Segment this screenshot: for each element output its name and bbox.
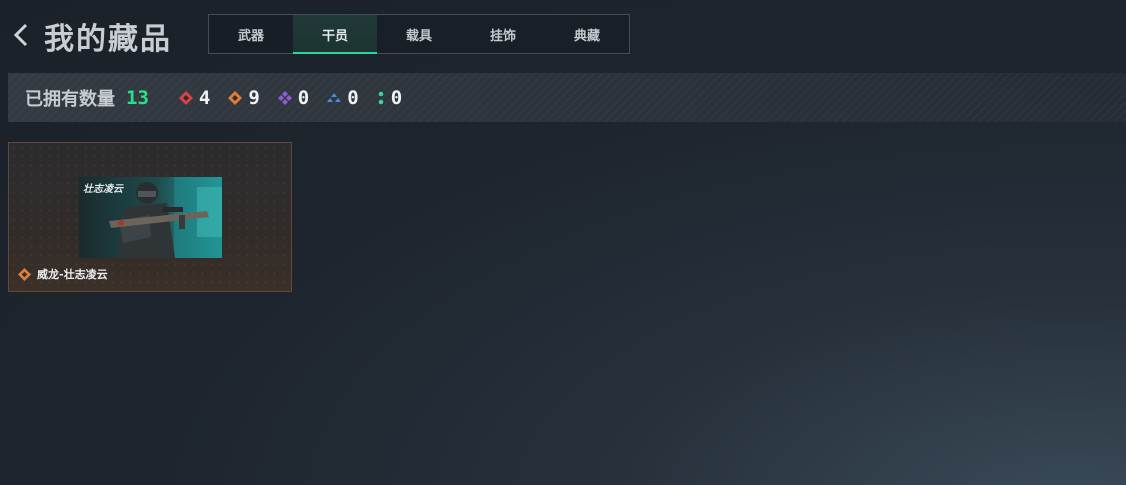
rarity-red-stat: 4 <box>178 86 211 109</box>
rarity-blue-stat: 0 <box>327 86 359 109</box>
tab-label: 挂饰 <box>489 28 516 44</box>
category-tabs: 武器 干员 载具 挂饰 典藏 <box>208 14 630 54</box>
purple-diamond-cluster-icon <box>277 90 292 105</box>
item-name: 威龙-壮志凌云 <box>37 268 108 281</box>
header: 我的藏品 武器 干员 载具 挂饰 典藏 <box>0 0 1126 66</box>
tab-charms[interactable]: 挂饰 <box>461 15 545 53</box>
tab-weapons[interactable]: 武器 <box>209 15 293 53</box>
orange-diamond-icon <box>18 267 31 281</box>
rarity-orange-stat: 9 <box>228 86 260 109</box>
owned-total-count: 13 <box>126 86 149 109</box>
page-title: 我的藏品 <box>44 22 172 57</box>
tab-label: 武器 <box>237 28 264 44</box>
orange-diamond-icon <box>228 90 243 105</box>
rarity-purple-count: 0 <box>297 86 310 109</box>
tab-collection[interactable]: 典藏 <box>545 15 629 53</box>
tab-label: 典藏 <box>573 28 600 44</box>
rarity-orange-count: 9 <box>248 86 260 109</box>
back-button[interactable] <box>10 22 32 48</box>
owned-stats-bar: 已拥有数量 13 4 9 0 0 0 <box>8 73 1126 122</box>
rarity-blue-count: 0 <box>347 86 359 109</box>
rarity-green-count: 0 <box>390 86 403 109</box>
rarity-purple-stat: 0 <box>277 86 310 109</box>
tab-label: 干员 <box>321 28 348 44</box>
item-name-row: 威龙-壮志凌云 <box>18 266 108 282</box>
green-dots-icon <box>378 91 384 104</box>
operator-skin-image: 壮志凌云 <box>79 177 222 258</box>
collection-item-card[interactable]: 壮志凌云 威龙-壮志凌云 <box>8 142 292 292</box>
image-caption-text: 壮志凌云 <box>83 184 123 195</box>
rarity-green-stat: 0 <box>377 87 402 109</box>
tab-label: 载具 <box>405 28 432 44</box>
tab-operators[interactable]: 干员 <box>293 15 377 54</box>
blue-triangle-cluster-icon <box>327 92 342 102</box>
rarity-red-count: 4 <box>198 86 211 109</box>
red-diamond-icon <box>178 90 193 105</box>
owned-count-label: 已拥有数量 <box>25 88 115 110</box>
tab-vehicles[interactable]: 载具 <box>377 15 461 53</box>
chevron-left-icon <box>13 23 28 47</box>
